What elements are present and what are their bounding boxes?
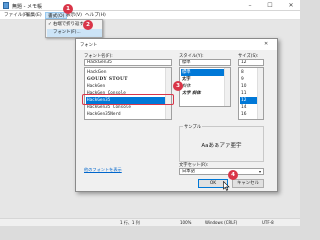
sample-text: Aaあぁアァ亜宇 [201, 143, 242, 149]
window-title: 無題 - メモ帳 [12, 4, 42, 10]
font-list-item[interactable]: HackGen [86, 83, 167, 90]
style-list-item[interactable]: 斜体 [181, 83, 226, 90]
status-line-ending: Windows (CRLF) [205, 220, 238, 225]
cancel-button[interactable]: キャンセル [232, 179, 264, 188]
font-name-input[interactable]: HackGen35 [84, 59, 172, 66]
checkmark-icon: ✓ [48, 22, 52, 27]
window-titlebar: 無題 - メモ帳 – ☐ ✕ [0, 0, 300, 11]
notepad-app-icon [3, 2, 9, 9]
step-marker-3: 3 [173, 81, 183, 91]
size-input[interactable]: 12 [238, 59, 264, 66]
menu-format[interactable]: 書式(O) [45, 12, 68, 19]
step-marker-2: 2 [83, 20, 93, 30]
menu-edit[interactable]: 編集(E) [26, 12, 42, 19]
highlight-box [82, 94, 174, 105]
menu-file[interactable]: ファイル(F) [4, 12, 29, 19]
status-encoding: UTF-8 [262, 220, 274, 225]
chevron-down-icon: ▾ [258, 169, 261, 174]
size-list-scrollbar[interactable] [257, 68, 263, 119]
charset-select[interactable]: 日本語 ▾ [179, 168, 264, 175]
charset-value: 日本語 [182, 169, 195, 174]
font-dialog-titlebar: フォント ✕ [76, 39, 277, 50]
close-window-button[interactable]: ✕ [283, 0, 299, 11]
status-bar: 1 行、1 列 100% Windows (CRLF) UTF-8 [0, 218, 300, 226]
step-marker-1: 1 [63, 4, 73, 14]
mouse-pointer-icon [223, 181, 230, 191]
menu-help[interactable]: ヘルプ(H) [85, 12, 106, 19]
size-list[interactable]: 8 9 10 11 12 14 16 [238, 67, 264, 120]
status-position: 1 行、1 列 [120, 220, 140, 225]
font-dialog-title: フォント [80, 43, 98, 48]
style-input[interactable]: 標準 [179, 59, 231, 66]
close-icon[interactable]: ✕ [264, 41, 268, 47]
show-more-fonts-link[interactable]: 他のフォントを表示 [84, 167, 122, 173]
font-list-item[interactable]: HackGen35Nerd [86, 111, 167, 118]
font-list-item[interactable]: HackGen35 Console [86, 104, 167, 111]
sample-group: サンプル Aaあぁアァ亜宇 [179, 124, 264, 162]
style-list-item[interactable]: 太字 斜体 [181, 90, 226, 97]
step-marker-4: 4 [228, 170, 238, 180]
style-list-item-selected[interactable]: 標準 [181, 69, 226, 76]
font-list-item[interactable]: GOUDY STOUT [86, 76, 167, 83]
font-list-item[interactable]: HackGen [86, 69, 167, 76]
format-menu-dropdown: ✓ 右端で折り返す(W) フォント(F)... [45, 19, 103, 38]
style-list-item[interactable]: 太字 [181, 76, 226, 83]
sample-label: サンプル [183, 124, 203, 130]
status-zoom: 100% [180, 220, 192, 225]
maximize-button[interactable]: ☐ [262, 0, 278, 11]
style-list-scrollbar[interactable] [224, 68, 230, 106]
style-list[interactable]: 標準 太字 斜体 太字 斜体 [179, 67, 231, 107]
menu-item-word-wrap[interactable]: ✓ 右端で折り返す(W) [47, 21, 102, 29]
menu-item-font[interactable]: フォント(F)... [47, 29, 102, 37]
minimize-button[interactable]: – [242, 0, 258, 11]
font-dialog: フォント ✕ フォント名(F): HackGen35 HackGen GOUDY… [75, 38, 278, 192]
